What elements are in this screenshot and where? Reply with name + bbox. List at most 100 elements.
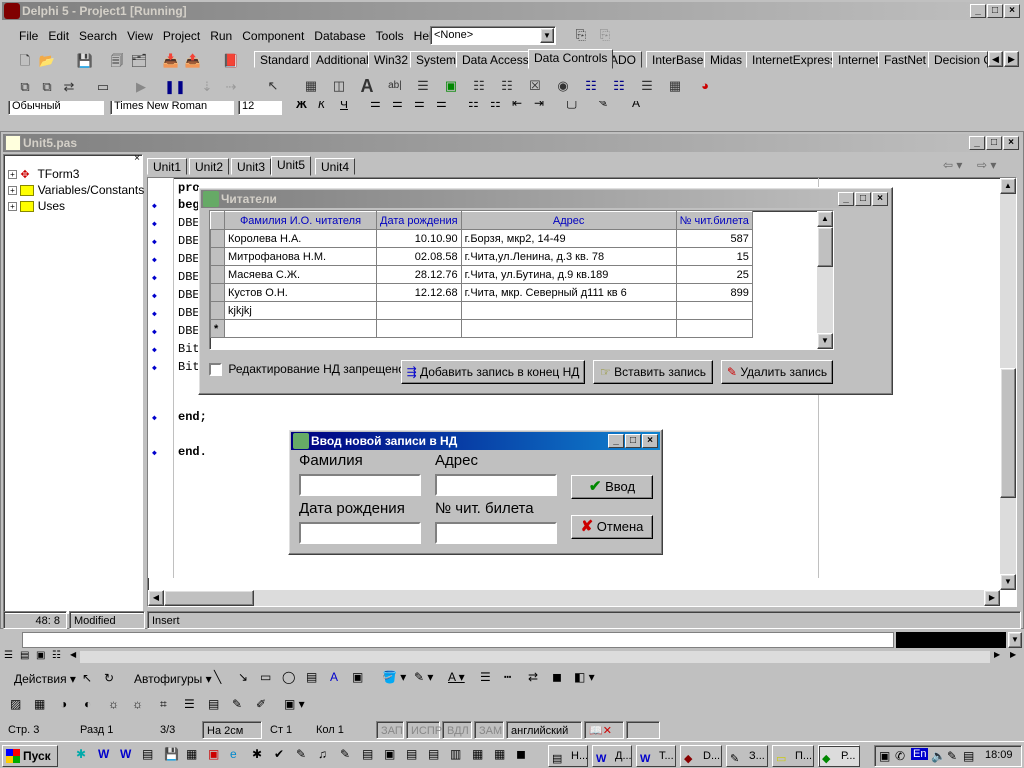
set-debug-desktop-icon[interactable]: ⎘ bbox=[594, 25, 616, 45]
palette-tab-additional[interactable]: Additional bbox=[310, 51, 375, 68]
shadow-icon[interactable]: ◼ bbox=[552, 670, 562, 684]
editor-maximize-button[interactable]: □ bbox=[986, 136, 1002, 150]
palette-tab-internet[interactable]: Internet bbox=[832, 51, 885, 68]
hscroll-left-icon[interactable]: ◀ bbox=[70, 650, 76, 659]
column-header-ticket[interactable]: № чит.билета bbox=[675, 211, 753, 230]
dbedit-component-icon[interactable]: ab| bbox=[384, 76, 406, 96]
cell-birth[interactable] bbox=[376, 319, 462, 338]
less-brightness-icon[interactable]: ☼ bbox=[132, 697, 143, 711]
free-rotate-icon[interactable]: ↻ bbox=[104, 671, 114, 685]
view-form-icon[interactable]: ⧉ bbox=[36, 77, 58, 97]
menu-run[interactable]: Run bbox=[205, 26, 237, 46]
table-row[interactable]: Кустов О.Н. 12.12.68 г.Чита, мкр. Северный… bbox=[210, 283, 753, 302]
cell-name[interactable] bbox=[224, 319, 377, 338]
tree-node-uses[interactable]: + Uses bbox=[8, 199, 65, 213]
scroll-up-icon[interactable]: ▲ bbox=[1000, 178, 1016, 194]
spelling-status-icon[interactable]: 📖✕ bbox=[584, 721, 624, 739]
tray-icon[interactable]: ▣ bbox=[879, 749, 890, 763]
table-row[interactable]: Королева Н.А. 10.10.90 г.Борзя, мкр2, 14-4… bbox=[210, 229, 753, 248]
view-unit-icon[interactable]: ⧉ bbox=[14, 77, 36, 97]
palette-tab-midas[interactable]: Midas bbox=[704, 51, 749, 68]
tool-quicklaunch-icon[interactable]: ✎ bbox=[296, 747, 306, 761]
hscroll-right-icon[interactable]: ▶ bbox=[1010, 650, 1016, 659]
line-style-pic-icon[interactable]: ☰ bbox=[184, 697, 195, 711]
save-desktop-icon[interactable]: ⎘ bbox=[570, 25, 592, 45]
dbgrid-component-icon[interactable]: ▦ bbox=[300, 76, 322, 96]
taskbar-item-active[interactable]: ◆ Р... bbox=[818, 745, 860, 767]
checkbox-box[interactable] bbox=[209, 363, 222, 377]
tool-quicklaunch-icon[interactable]: ♫ bbox=[318, 747, 327, 761]
align-left-icon[interactable]: ☰ bbox=[370, 101, 381, 110]
palette-tab-standard[interactable]: Standard bbox=[254, 51, 315, 68]
code-vertical-scrollbar[interactable]: ▲ ▼ bbox=[1000, 178, 1016, 590]
image-control-icon[interactable]: ▦ bbox=[34, 697, 45, 711]
cell-birth[interactable]: 02.08.58 bbox=[376, 247, 462, 266]
3d-icon[interactable]: ◧ ▾ bbox=[574, 670, 595, 684]
view-outline-icon[interactable]: ☷ bbox=[52, 650, 61, 661]
dbctrlgrid-component-icon[interactable]: ▦ bbox=[664, 76, 686, 96]
view-normal-icon[interactable]: ☰ bbox=[4, 650, 13, 661]
save-all-icon[interactable]: 🗐 bbox=[106, 51, 128, 71]
explorer-close-icon[interactable]: × bbox=[134, 153, 140, 164]
tree-node-variables[interactable]: + Variables/Constants bbox=[8, 183, 144, 197]
dialog-minimize-button[interactable]: _ bbox=[608, 434, 624, 448]
ticket-field[interactable] bbox=[435, 522, 557, 544]
tree-node-tform3[interactable]: + ✥ TForm3 bbox=[8, 167, 79, 181]
bullets-icon[interactable]: ☷ bbox=[490, 101, 501, 110]
cell-address[interactable]: г.Чита, мкр. Северный д111 кв 6 bbox=[460, 283, 677, 302]
palette-tab-interbase[interactable]: InterBase bbox=[646, 51, 710, 68]
grid-scroll-up-icon[interactable]: ▲ bbox=[817, 211, 833, 227]
increase-indent-icon[interactable]: ⇥ bbox=[534, 101, 544, 110]
cell-birth[interactable] bbox=[376, 301, 462, 320]
grid-scroll-thumb[interactable] bbox=[817, 227, 833, 267]
clipart-icon[interactable]: ▣ bbox=[352, 670, 363, 684]
cell-address[interactable] bbox=[460, 301, 677, 320]
menu-edit[interactable]: Edit bbox=[43, 26, 74, 46]
menu-search[interactable]: Search bbox=[74, 26, 122, 46]
crop-icon[interactable]: ⌗ bbox=[160, 697, 167, 712]
append-record-button[interactable]: ⇶ Добавить запись в конец НД bbox=[401, 360, 585, 384]
pause-icon[interactable]: ❚❚ bbox=[164, 77, 186, 97]
table-row-new[interactable]: * bbox=[210, 319, 753, 338]
cell-name[interactable]: Королева Н.А. bbox=[224, 229, 377, 248]
open-icon[interactable]: 📂 bbox=[36, 51, 58, 71]
tool-quicklaunch-icon[interactable]: ▦ bbox=[494, 747, 505, 761]
cell-name[interactable]: Митрофанова Н.М. bbox=[224, 247, 377, 266]
arrow-style-icon[interactable]: ⇄ bbox=[528, 670, 538, 684]
cell-address[interactable]: г.Борзя, мкр2, 14-49 bbox=[460, 229, 677, 248]
scroll-thumb[interactable] bbox=[1000, 368, 1016, 498]
bold-icon[interactable]: Ж bbox=[296, 101, 307, 111]
taskbar-item[interactable]: ✎ З... bbox=[726, 745, 768, 767]
tab-unit2[interactable]: Unit2 bbox=[189, 158, 230, 175]
hscroll-right-icon[interactable]: ▶ bbox=[994, 650, 1000, 659]
select-objects-icon[interactable]: ↖ bbox=[82, 671, 92, 685]
cell-ticket[interactable]: 15 bbox=[675, 247, 753, 266]
tab-unit3[interactable]: Unit3 bbox=[231, 158, 272, 175]
column-header-name[interactable]: Фамилия И.О. читателя bbox=[224, 211, 377, 230]
autoshapes-menu[interactable]: Автофигуры ▾ bbox=[134, 672, 212, 686]
dbcombobox-component-icon[interactable]: ☷ bbox=[496, 76, 518, 96]
delete-record-button[interactable]: ✎ Удалить запись bbox=[721, 360, 833, 384]
cell-birth[interactable]: 10.10.90 bbox=[376, 229, 462, 248]
save-icon[interactable]: 💾 bbox=[74, 51, 96, 71]
word-quicklaunch-icon[interactable]: W bbox=[120, 747, 131, 761]
taskbar-item[interactable]: ▤ Н... bbox=[548, 745, 588, 767]
fill-color-icon[interactable]: 🪣 ▾ bbox=[382, 670, 406, 684]
expand-icon[interactable]: + bbox=[8, 170, 17, 180]
step-over-icon[interactable]: ⇢ bbox=[220, 77, 242, 97]
tab-unit4[interactable]: Unit4 bbox=[315, 158, 356, 175]
cell-birth[interactable]: 12.12.68 bbox=[376, 283, 462, 302]
calc-quicklaunch-icon[interactable]: ▦ bbox=[186, 747, 197, 761]
maximize-button[interactable]: □ bbox=[987, 4, 1003, 18]
desktop-combo[interactable]: <None> ▼ bbox=[430, 26, 556, 45]
line-icon[interactable]: ╲ bbox=[214, 670, 221, 684]
dialog-maximize-button[interactable]: □ bbox=[625, 434, 641, 448]
start-button[interactable]: Пуск bbox=[2, 745, 58, 767]
palette-scroll-left-icon[interactable]: ◀ bbox=[988, 51, 1003, 67]
cell-address[interactable]: г.Чита, ул.Бутина, д.9 кв.189 bbox=[460, 265, 677, 284]
tab-unit5[interactable]: Unit5 bbox=[271, 156, 312, 176]
surname-field[interactable] bbox=[299, 474, 421, 496]
code-horizontal-scrollbar[interactable]: ◀ ▶ bbox=[148, 590, 1000, 606]
cell-birth[interactable]: 28.12.76 bbox=[376, 265, 462, 284]
quicklaunch-icon[interactable]: ✱ bbox=[76, 747, 86, 761]
